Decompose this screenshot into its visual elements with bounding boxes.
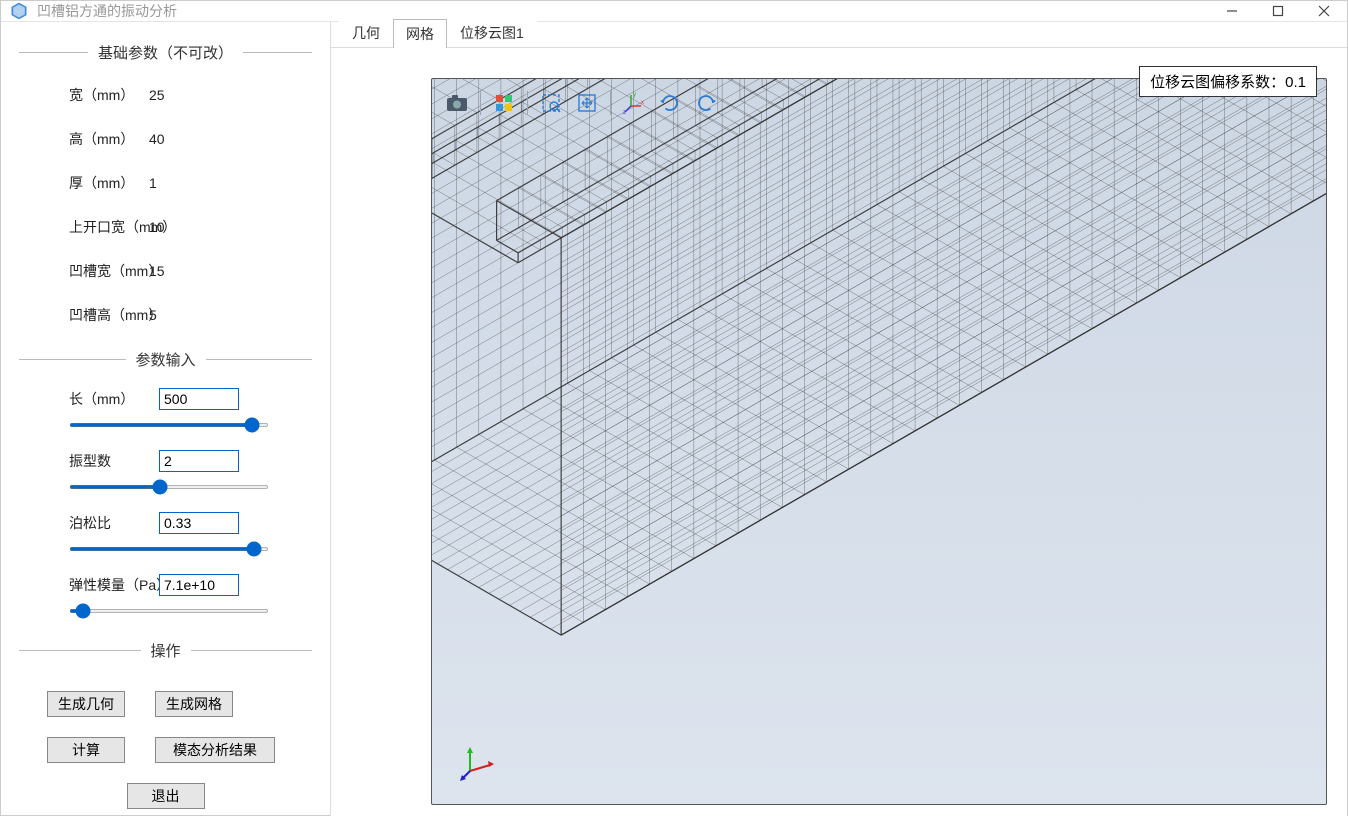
section-input-params: 参数输入 xyxy=(19,349,312,370)
rotate-ccw-icon[interactable] xyxy=(691,89,721,117)
exit-button[interactable]: 退出 xyxy=(127,783,205,809)
slider-young[interactable] xyxy=(69,609,269,613)
label-poisson: 泊松比 xyxy=(69,513,159,533)
svg-text:x: x xyxy=(641,100,644,106)
modal-result-button[interactable]: 模态分析结果 xyxy=(155,737,275,763)
pan-icon[interactable] xyxy=(572,89,602,117)
cube-select-icon[interactable] xyxy=(489,89,519,117)
titlebar: 凹槽铝方通的振动分析 xyxy=(1,1,1347,22)
svg-text:z: z xyxy=(623,110,626,114)
tab-geometry[interactable]: 几何 xyxy=(339,18,393,47)
param-thickness: 厚（mm）1 xyxy=(19,163,312,203)
generate-geometry-button[interactable]: 生成几何 xyxy=(47,691,125,717)
param-groove-width: 凹槽宽（mm）15 xyxy=(19,251,312,291)
input-young[interactable] xyxy=(159,574,239,596)
tab-displacement[interactable]: 位移云图1 xyxy=(447,18,537,47)
close-button[interactable] xyxy=(1301,1,1347,21)
minimize-button[interactable] xyxy=(1209,1,1255,21)
svg-text:y: y xyxy=(633,92,636,98)
axis-triad-icon[interactable]: xy z xyxy=(619,89,649,117)
slider-modes[interactable] xyxy=(69,485,269,489)
mesh-wireframe xyxy=(432,79,1326,804)
section-fixed-params: 基础参数（不可改） xyxy=(19,42,312,63)
input-poisson[interactable] xyxy=(159,512,239,534)
sidebar: 基础参数（不可改） 宽（mm）25 高（mm）40 厚（mm）1 上开口宽（mm… xyxy=(1,22,331,816)
app-icon xyxy=(9,1,29,21)
window-title: 凹槽铝方通的振动分析 xyxy=(37,1,1209,21)
compute-button[interactable]: 计算 xyxy=(47,737,125,763)
slider-length[interactable] xyxy=(69,423,269,427)
generate-mesh-button[interactable]: 生成网格 xyxy=(155,691,233,717)
label-modes: 振型数 xyxy=(69,451,159,471)
label-length: 长（mm） xyxy=(69,389,159,409)
param-groove-height: 凹槽高（mm）5 xyxy=(19,295,312,335)
viewport-toolbar: xy z xyxy=(442,89,721,117)
3d-viewport[interactable]: xy z xyxy=(431,78,1327,805)
section-operations: 操作 xyxy=(19,640,312,661)
input-length[interactable] xyxy=(159,388,239,410)
param-top-opening: 上开口宽（mm）10 xyxy=(19,207,312,247)
maximize-button[interactable] xyxy=(1255,1,1301,21)
param-height: 高（mm）40 xyxy=(19,119,312,159)
orientation-triad xyxy=(460,745,496,786)
input-modes[interactable] xyxy=(159,450,239,472)
slider-poisson[interactable] xyxy=(69,547,269,551)
zoom-rect-icon[interactable] xyxy=(536,89,566,117)
param-width: 宽（mm）25 xyxy=(19,75,312,115)
tab-mesh[interactable]: 网格 xyxy=(393,19,447,48)
rotate-cw-icon[interactable] xyxy=(655,89,685,117)
camera-icon[interactable] xyxy=(442,89,472,117)
offset-coefficient-display: 位移云图偏移系数：0.1 xyxy=(1139,66,1317,97)
tabs: 几何 网格 位移云图1 xyxy=(331,22,1347,48)
label-young: 弹性模量（Pa） xyxy=(69,575,159,595)
